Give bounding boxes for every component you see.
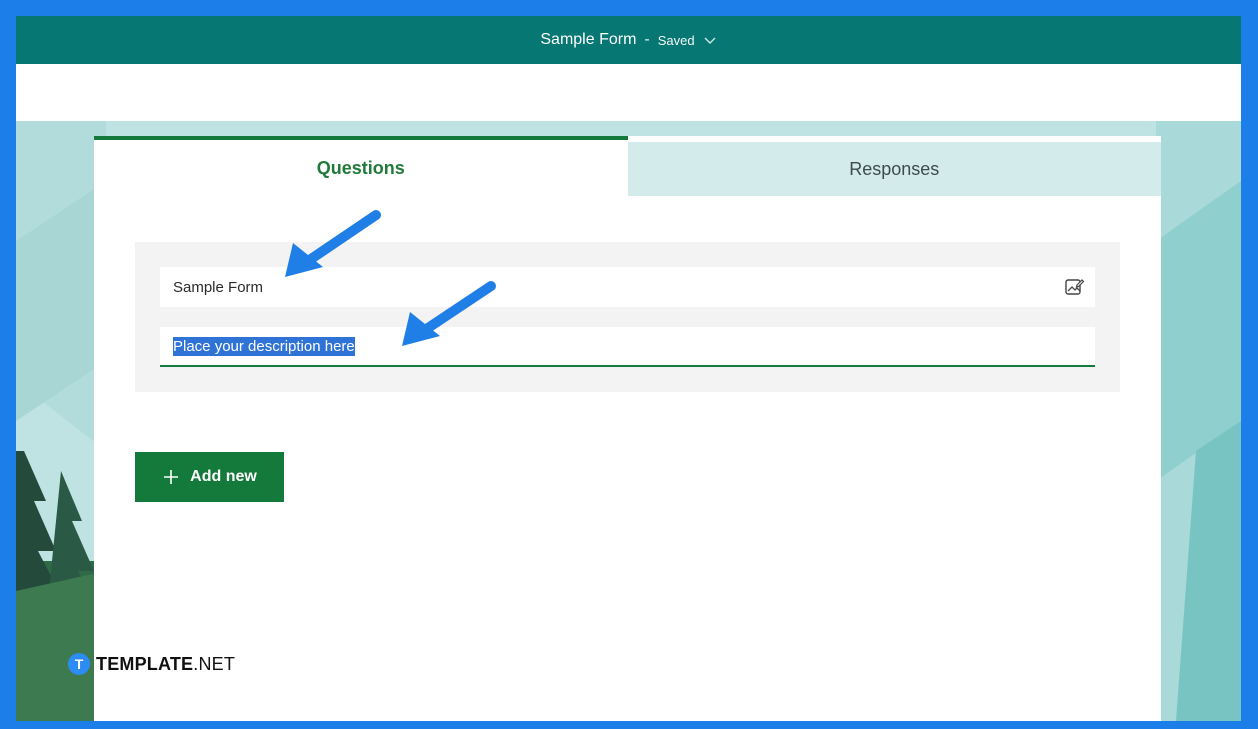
app-window: Sample Form - Saved Questions Responses	[16, 16, 1241, 721]
annotation-arrow-description	[402, 281, 496, 346]
add-new-button[interactable]: Add new	[135, 452, 284, 502]
form-description-value: Place your description here	[173, 336, 355, 356]
form-title-text: Sample Form	[540, 31, 637, 48]
form-description-input[interactable]: Place your description here	[160, 327, 1095, 367]
annotation-arrow-title	[285, 210, 381, 277]
logo-text-rest: .NET	[193, 653, 236, 674]
logo-text-bold: TEMPLATE	[96, 653, 194, 674]
watermark-logo: T TEMPLATE.NET	[68, 653, 235, 675]
logo-badge: T	[68, 653, 90, 675]
title-separator: -	[644, 31, 650, 48]
tab-questions[interactable]: Questions	[94, 136, 628, 196]
form-editor-panel: Questions Responses Sample Form Place yo…	[94, 136, 1161, 721]
add-new-label: Add new	[190, 468, 257, 485]
tab-responses[interactable]: Responses	[627, 142, 1161, 196]
logo-text: TEMPLATE.NET	[96, 654, 235, 675]
insert-image-icon[interactable]	[1063, 276, 1085, 298]
saved-status: Saved	[657, 32, 695, 48]
form-title-value: Sample Form	[173, 278, 264, 296]
tab-bar: Questions Responses	[94, 136, 1161, 196]
plus-icon	[164, 470, 179, 484]
top-bar: Sample Form - Saved	[16, 16, 1241, 64]
command-bar	[16, 64, 1241, 122]
form-title-status[interactable]: Sample Form - Saved	[540, 31, 716, 49]
chevron-down-icon[interactable]	[703, 33, 717, 47]
